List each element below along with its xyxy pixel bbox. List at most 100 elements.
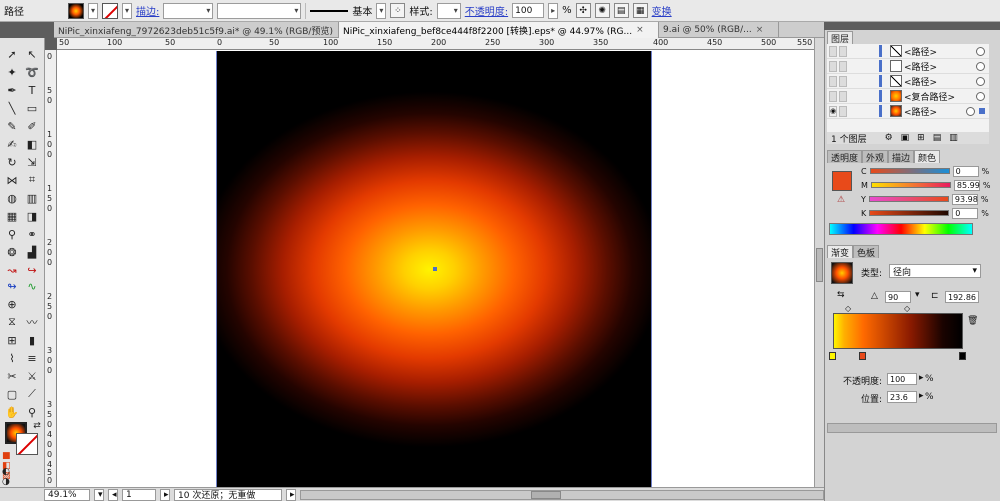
next-artboard-icon[interactable]: ▸	[160, 488, 170, 501]
tab-layers[interactable]: 图层	[827, 31, 854, 45]
vertical-scrollbar[interactable]	[814, 38, 824, 487]
tab-appearance[interactable]: 外观	[862, 150, 889, 164]
reverse-gradient-icon[interactable]: ⇆	[837, 290, 845, 300]
location-dropdown-icon[interactable]: ▸	[919, 391, 924, 401]
close-icon[interactable]: ×	[636, 25, 644, 35]
stroke-link[interactable]: 描边:	[136, 3, 159, 18]
line-graph-icon[interactable]: ⌇	[3, 350, 21, 366]
footer-icons[interactable]: ⚙▣⊞▤▥	[885, 133, 966, 143]
tab-swatches[interactable]: 色板	[853, 245, 880, 259]
align-icon[interactable]: ▤	[613, 3, 629, 18]
tab-stroke[interactable]: 描边	[888, 150, 915, 164]
lock-toggle[interactable]	[839, 45, 847, 57]
eye-icon[interactable]: ◉	[829, 105, 837, 117]
knife-tool-icon[interactable]: ⚔	[23, 368, 41, 384]
width-tool-icon[interactable]: ⋈	[3, 172, 21, 188]
free-transform-icon[interactable]: ⌗	[23, 172, 41, 188]
color-spectrum-bar[interactable]	[829, 223, 973, 235]
lock-toggle[interactable]	[839, 105, 847, 117]
brush-icon[interactable]: ⁘	[390, 3, 406, 18]
gradient-opacity-input[interactable]: 100	[887, 373, 917, 385]
target-icon[interactable]	[976, 91, 985, 101]
status-menu-icon[interactable]: ▸	[286, 488, 296, 501]
column-graph-icon[interactable]: ▟	[23, 244, 41, 260]
curve-red-icon[interactable]: ↪	[23, 262, 41, 278]
fill-swatch[interactable]	[68, 2, 84, 19]
layer-row[interactable]: <路径>	[827, 59, 989, 74]
direct-selection-tool-icon[interactable]: ↖	[23, 46, 41, 62]
visibility-toggle[interactable]	[829, 75, 837, 87]
tab-color[interactable]: 颜色	[914, 150, 941, 164]
k-value[interactable]: 0	[952, 207, 979, 219]
target-icon[interactable]	[976, 76, 985, 86]
layer-row[interactable]: <路径>	[827, 44, 989, 59]
type-tool-icon[interactable]: T	[23, 82, 41, 98]
prev-artboard-icon[interactable]: ◂	[108, 488, 118, 501]
wave-tool-icon[interactable]: 〰	[23, 314, 41, 330]
gradient-center-point[interactable]	[433, 267, 437, 271]
reference-point-icon[interactable]: ▦	[632, 3, 648, 18]
stacked-graph-icon[interactable]: ≡	[23, 350, 41, 366]
brush-stroke-blue-icon[interactable]: ↬	[3, 278, 21, 294]
stroke-weight-field[interactable]: ▾	[163, 2, 214, 19]
stroke-profile-dropdown[interactable]: ▾	[376, 2, 387, 19]
color-swatch[interactable]	[832, 171, 852, 191]
artboard-number-field[interactable]: 1	[122, 488, 156, 501]
gradient-stop-selected[interactable]	[859, 352, 866, 360]
perspective-grid-icon[interactable]: ▥	[23, 190, 41, 206]
shape-builder-icon[interactable]: ◍	[3, 190, 21, 206]
layer-row[interactable]: <路径>	[827, 74, 989, 89]
lock-toggle[interactable]	[839, 75, 847, 87]
m-slider[interactable]	[870, 182, 951, 188]
slice-tool-icon[interactable]: ✂	[3, 368, 21, 384]
opacity-dropdown-icon[interactable]: ▸	[919, 373, 924, 383]
tab-document-2[interactable]: NiPic_xinxiafeng_bef8ce444f8f2200 [转换].e…	[339, 22, 659, 38]
symbol-sprayer-icon[interactable]: ❂	[3, 244, 21, 260]
mesh-tool-icon[interactable]: ▦	[3, 208, 21, 224]
opacity-link[interactable]: 不透明度:	[465, 3, 508, 18]
visibility-toggle[interactable]	[829, 45, 837, 57]
blob-brush-icon[interactable]: ✍	[3, 136, 21, 152]
brush-stroke-red-icon[interactable]: ↝	[3, 262, 21, 278]
gear-icon[interactable]: ✺	[594, 3, 610, 18]
wave-green-icon[interactable]: ∿	[23, 278, 41, 294]
gradient-stop[interactable]	[959, 352, 966, 360]
tab-gradient[interactable]: 渐变	[827, 245, 854, 259]
lasso-icon[interactable]: ➰	[23, 64, 41, 80]
transform-link[interactable]: 变换	[652, 3, 672, 18]
visibility-toggle[interactable]	[829, 60, 837, 72]
bar-graph-icon[interactable]: ▮	[23, 332, 41, 348]
warning-icon[interactable]: ⚠	[837, 195, 845, 205]
gradient-tool-icon[interactable]: ◨	[23, 208, 41, 224]
visibility-toggle[interactable]	[829, 90, 837, 102]
eyedropper-icon[interactable]: ⚲	[3, 226, 21, 242]
scrollbar-thumb[interactable]	[531, 490, 561, 499]
target-icon[interactable]	[976, 61, 985, 71]
scrollbar-thumb[interactable]	[816, 248, 823, 282]
pen-tool-icon[interactable]: ✒	[3, 82, 21, 98]
paintbrush-icon[interactable]: ✎	[3, 118, 21, 134]
opacity-dropdown[interactable]: ▸	[548, 2, 559, 19]
midpoint-diamond-icon[interactable]: ◇	[904, 304, 910, 313]
artboard-radial-gradient[interactable]	[216, 51, 652, 488]
c-value[interactable]: 0	[952, 165, 979, 177]
tab-document-1[interactable]: NiPic_xinxiafeng_7972623deb51c5f9.ai* @ …	[54, 22, 339, 38]
eraser-icon[interactable]: ◧	[23, 136, 41, 152]
grid-tool-icon[interactable]: ⊞	[3, 332, 21, 348]
c-slider[interactable]	[869, 168, 950, 174]
selection-tool-icon[interactable]: ➚	[3, 46, 21, 62]
style-dropdown[interactable]: ▾	[436, 2, 461, 19]
canvas-area[interactable]	[57, 50, 814, 488]
pencil-icon[interactable]: ✐	[23, 118, 41, 134]
location-input[interactable]: 23.6	[887, 391, 917, 403]
artboard-tool-icon[interactable]: ▢	[3, 386, 21, 402]
stroke-dropdown[interactable]: ▾	[122, 2, 132, 19]
hand-tool-icon[interactable]: ✋	[3, 404, 21, 420]
angle-input[interactable]: 90	[885, 291, 911, 303]
selection-square-icon[interactable]	[979, 108, 985, 114]
layer-row-selected[interactable]: ◉ <路径>	[827, 104, 989, 119]
layer-row[interactable]: <复合路径>	[827, 89, 989, 104]
tab-document-3[interactable]: 9.ai @ 50% (RGB/... ×	[659, 22, 779, 38]
lock-toggle[interactable]	[839, 60, 847, 72]
crosshair-icon[interactable]: ⊕	[3, 296, 21, 312]
